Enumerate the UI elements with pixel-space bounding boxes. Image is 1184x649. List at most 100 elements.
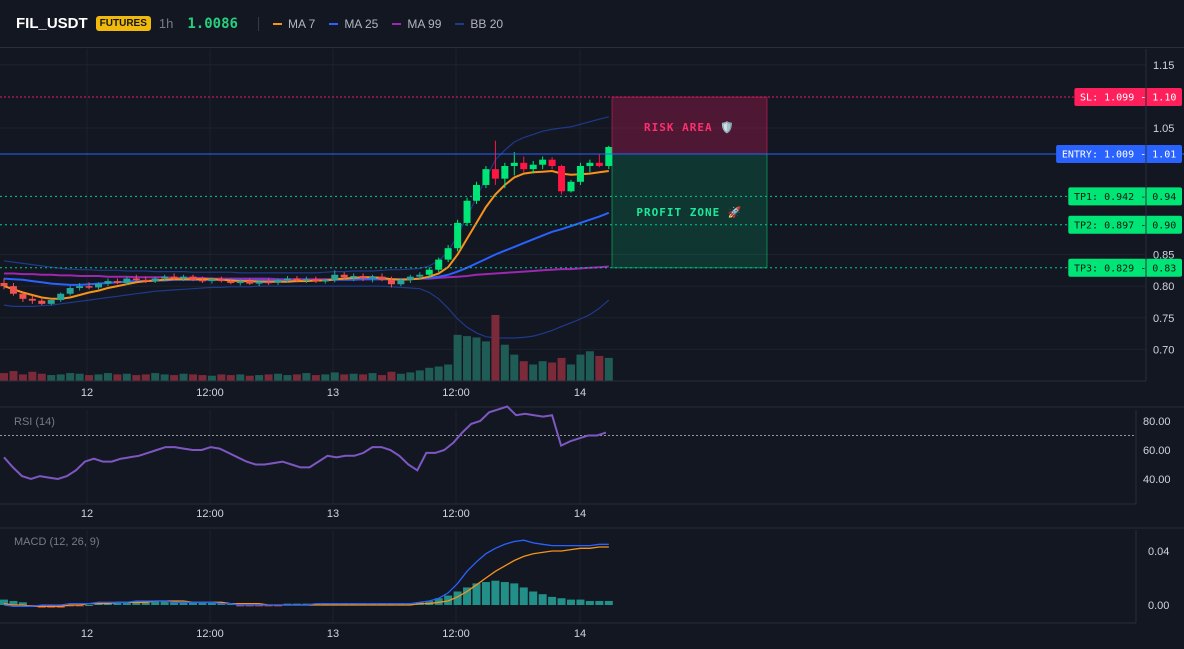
candle-body [170, 276, 178, 279]
candle-body [246, 281, 254, 284]
candle-body [9, 286, 17, 294]
volume-bar [0, 373, 8, 381]
time-axis-label: 12 [81, 628, 93, 640]
volume-bar [595, 355, 604, 381]
volume-bar [378, 375, 386, 381]
volume-bar [151, 373, 160, 381]
candle-body [397, 279, 405, 285]
volume-bar [226, 375, 235, 381]
rsi-axis-label: 60.00 [1143, 445, 1171, 457]
candle-body [151, 278, 159, 282]
candle-body [85, 286, 93, 288]
time-axis-label: 12:00 [442, 387, 470, 399]
macd-histogram-bar [491, 580, 500, 605]
macd-pane: MACD (12, 26, 9) 0.04 0.00 [0, 536, 1169, 612]
volume-bar [453, 334, 462, 381]
candle-body [113, 281, 121, 283]
time-axis-label: 12 [81, 508, 93, 520]
macd-histogram-bar [481, 582, 490, 605]
ma25-line [3, 211, 610, 286]
volume-bar [255, 375, 264, 381]
time-axis-label: 12:00 [196, 508, 224, 520]
candle-body [595, 162, 603, 166]
chart-canvas[interactable]: RISK AREA 🛡️ PROFIT ZONE 🚀 SL: 1.099 - 1.… [0, 0, 1184, 649]
volume-bar [37, 373, 46, 381]
volume-bar [359, 374, 368, 381]
bollinger-bands [3, 116, 610, 339]
candle-body [454, 222, 462, 249]
volume-bar [349, 373, 358, 381]
candle-body [473, 184, 480, 201]
candle-body [76, 286, 84, 289]
bb-lower-line [3, 285, 610, 339]
volume-bar [141, 374, 150, 381]
volume-bar [604, 357, 613, 381]
price-levels: SL: 1.099 - 1.10 ENTRY: 1.009 - 1.01 TP1: … [0, 88, 1184, 277]
price-axis-label: 1.15 [1153, 60, 1174, 72]
candle-body [605, 147, 613, 166]
bb-upper-line [3, 116, 609, 274]
macd-histogram-bar [567, 599, 575, 605]
candle-body [293, 278, 301, 281]
volume-bar [444, 364, 453, 381]
candle-body [227, 281, 235, 283]
volume-bar [302, 373, 311, 381]
candle-body [189, 276, 197, 280]
time-axis-label: 12 [81, 387, 93, 399]
time-axis-label: 14 [574, 387, 586, 399]
macd-histogram-bar [595, 600, 604, 605]
volume-bar [56, 374, 65, 381]
candle-body [444, 248, 452, 260]
volume-bar [510, 354, 519, 381]
candle-body [104, 281, 112, 284]
volume-bar [85, 375, 94, 381]
macd-axis-label: 0.04 [1148, 546, 1169, 558]
volume-bar [292, 374, 301, 381]
price-axis-label: 0.75 [1153, 313, 1174, 325]
candle-body [501, 165, 509, 179]
candle-body [198, 279, 206, 282]
candle-body [520, 162, 528, 170]
rsi-pane: RSI (14) 80.00 60.00 40.00 [0, 405, 1171, 486]
time-axis-label: 12:00 [442, 508, 470, 520]
time-axis-label: 12:00 [442, 628, 470, 640]
macd-histogram-bar [576, 599, 585, 605]
candlesticks [0, 140, 613, 306]
candle-body [265, 281, 273, 284]
volume-bar [9, 371, 18, 381]
grid-lines [0, 49, 1146, 623]
candle-body [482, 169, 490, 185]
candle-body [312, 279, 320, 282]
price-axis-label: 0.85 [1153, 250, 1174, 262]
volume-bar [529, 364, 538, 381]
candle-body [302, 279, 310, 281]
volume-bar [415, 370, 424, 381]
volume-bar [66, 373, 75, 381]
volume-bar [406, 372, 415, 381]
volume-bar [132, 375, 141, 381]
volume-bar [28, 371, 37, 381]
volume-bar [170, 375, 179, 381]
candle-body [142, 279, 150, 282]
candle-body [406, 276, 414, 280]
volume-bar [179, 373, 188, 381]
volume-bar [585, 351, 594, 381]
volume-bar [207, 375, 216, 381]
volume-bar [538, 361, 547, 381]
candle-body [217, 279, 225, 282]
volume-bar [160, 374, 169, 381]
volume-bar [330, 372, 339, 381]
volume-bar [94, 374, 103, 381]
candle-body [284, 278, 291, 281]
macd-title: MACD (12, 26, 9) [14, 536, 100, 548]
candle-body [359, 276, 367, 279]
volume-bar [321, 374, 330, 381]
volume-bar [75, 373, 84, 381]
candle-body [529, 164, 537, 170]
candle-body [567, 181, 575, 192]
candle-body [57, 293, 65, 301]
trade-zones: RISK AREA 🛡️ PROFIT ZONE 🚀 [611, 96, 768, 269]
candle-body [350, 276, 358, 278]
macd-axis-label: 0.00 [1148, 600, 1169, 612]
candle-body [340, 274, 348, 278]
